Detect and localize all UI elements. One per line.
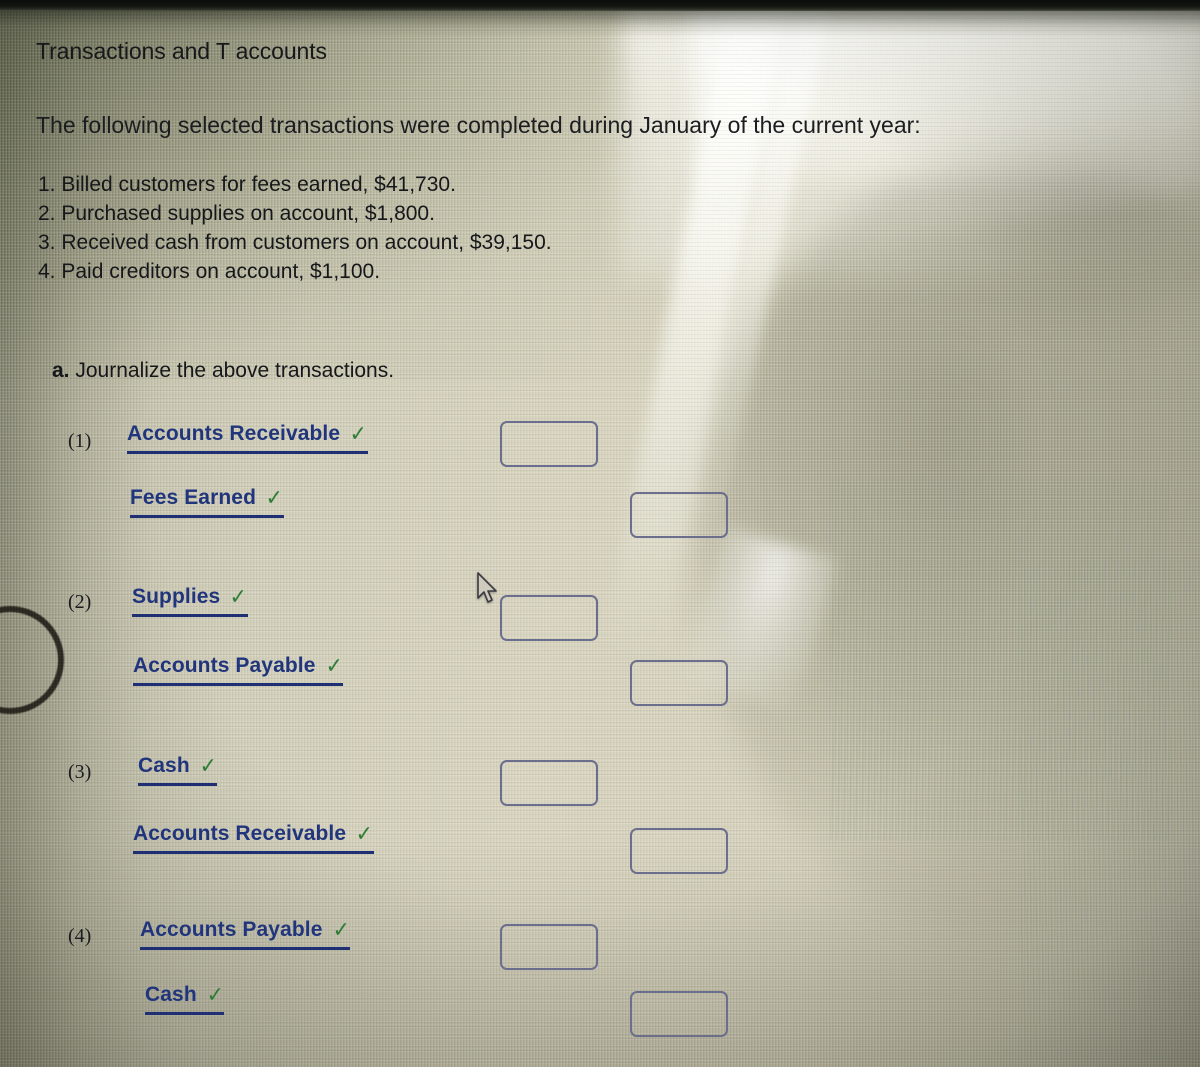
check-icon: ✓ <box>230 584 248 609</box>
part-a-letter: a. <box>52 359 70 382</box>
entry-1-debit-account[interactable]: Accounts Receivable ✓ <box>127 420 368 454</box>
entry-number-1: (1) <box>68 430 92 452</box>
entry-4-debit-account[interactable]: Accounts Payable ✓ <box>140 916 351 950</box>
check-icon: ✓ <box>199 753 217 778</box>
page-title: Transactions and T accounts <box>36 38 327 64</box>
entry-number-3: (3) <box>68 761 92 783</box>
intro-text: The following selected transactions were… <box>36 112 921 138</box>
entry-2-debit-amount-input[interactable] <box>500 595 598 641</box>
entry-3-credit-account[interactable]: Accounts Receivable ✓ <box>133 820 374 854</box>
transaction-item-1: 1. Billed customers for fees earned, $41… <box>38 173 456 196</box>
entry-1-debit-account-label: Accounts Receivable <box>127 422 341 445</box>
page-content: Transactions and T accounts The followin… <box>0 0 1200 1067</box>
entry-2-credit-account[interactable]: Accounts Payable ✓ <box>133 652 344 686</box>
transaction-item-4: 4. Paid creditors on account, $1,100. <box>38 260 381 283</box>
check-icon: ✓ <box>265 485 283 510</box>
entry-4-debit-account-label: Accounts Payable <box>140 918 323 941</box>
entry-1-credit-account[interactable]: Fees Earned ✓ <box>130 484 284 518</box>
entry-2-credit-amount-input[interactable] <box>630 660 728 706</box>
entry-4-credit-account-label: Cash <box>145 983 197 1006</box>
check-icon: ✓ <box>355 821 373 846</box>
entry-2-debit-account-label: Supplies <box>132 585 221 608</box>
entry-number-4: (4) <box>68 925 92 947</box>
entry-1-debit-amount-input[interactable] <box>500 421 598 467</box>
entry-4-credit-account[interactable]: Cash ✓ <box>145 981 225 1015</box>
entry-3-debit-account-label: Cash <box>138 754 190 777</box>
check-icon: ✓ <box>325 653 343 678</box>
entry-1-credit-account-label: Fees Earned <box>130 486 256 509</box>
check-icon: ✓ <box>349 421 367 446</box>
entry-number-2: (2) <box>68 591 92 613</box>
part-a-instruction: a. Journalize the above transactions. <box>52 359 394 383</box>
transaction-item-2: 2. Purchased supplies on account, $1,800… <box>38 202 435 225</box>
part-a-text: Journalize the above transactions. <box>75 359 395 382</box>
entry-2-debit-account[interactable]: Supplies ✓ <box>132 583 248 617</box>
transaction-item-3: 3. Received cash from customers on accou… <box>38 231 552 254</box>
entry-3-debit-account[interactable]: Cash ✓ <box>138 752 218 786</box>
check-icon: ✓ <box>332 917 350 942</box>
entry-3-debit-amount-input[interactable] <box>500 760 598 806</box>
entry-2-credit-account-label: Accounts Payable <box>133 654 316 677</box>
monitor-photo-screenshot: Transactions and T accounts The followin… <box>0 0 1200 1067</box>
entry-4-credit-amount-input[interactable] <box>630 991 728 1037</box>
transaction-list: 1. Billed customers for fees earned, $41… <box>38 170 552 286</box>
mouse-cursor-icon <box>477 572 497 603</box>
entry-3-credit-amount-input[interactable] <box>630 828 728 874</box>
entry-4-debit-amount-input[interactable] <box>500 924 598 970</box>
entry-1-credit-amount-input[interactable] <box>630 492 728 538</box>
entry-3-credit-account-label: Accounts Receivable <box>133 822 347 845</box>
check-icon: ✓ <box>206 982 224 1007</box>
